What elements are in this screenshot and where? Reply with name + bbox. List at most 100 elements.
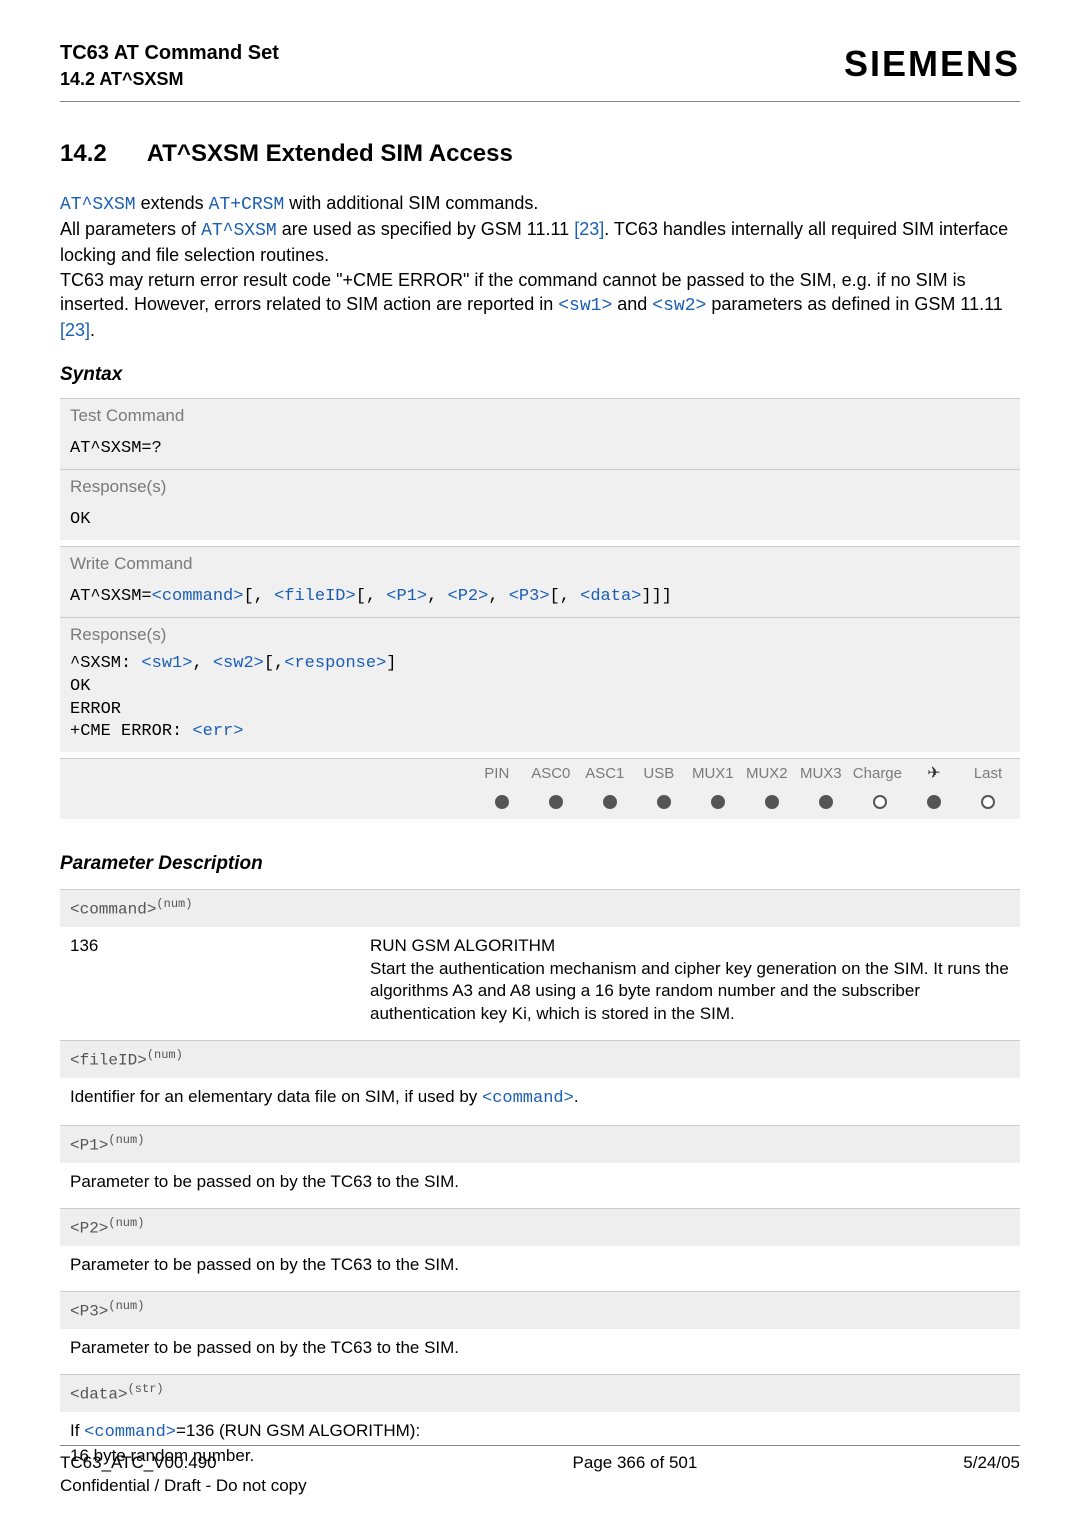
write-command-value: AT^SXSM=<command>[, <fileID>[, <P1>, <P2… <box>60 582 1020 617</box>
param-p3-label: <P3>(num) <box>60 1291 1020 1329</box>
param-fileid-name: <fileID> <box>70 1052 147 1070</box>
param-desc-heading: Parameter Description <box>60 851 1020 877</box>
dot-asc1 <box>603 795 617 809</box>
param-p1-sup: (num) <box>108 1133 144 1147</box>
write-param-data[interactable]: <data> <box>580 587 641 606</box>
write-param-fileid[interactable]: <fileID> <box>274 587 356 606</box>
col-asc1: ASC1 <box>583 764 627 784</box>
comma: , <box>427 587 447 606</box>
write-response-block: ^SXSM: <sw1>, <sw2>[,<response>] OK ERRO… <box>60 653 1020 753</box>
ref-23-link-2[interactable]: [23] <box>60 320 90 340</box>
param-p1-body: Parameter to be passed on by the TC63 to… <box>60 1163 1020 1208</box>
syntax-heading: Syntax <box>60 362 1020 388</box>
param-sw2-link[interactable]: <sw2> <box>652 296 706 316</box>
bracket: [, <box>550 587 581 606</box>
intro-text: parameters as defined in GSM 11.11 <box>706 294 1003 314</box>
bracket: ] <box>386 654 396 673</box>
page-header: TC63 AT Command Set 14.2 AT^SXSM SIEMENS <box>60 40 1020 91</box>
param-p2-name: <P2> <box>70 1219 108 1237</box>
write-param-p1[interactable]: <P1> <box>386 587 427 606</box>
param-fileid-label: <fileID>(num) <box>60 1040 1020 1078</box>
dot-charge <box>873 795 887 809</box>
param-fileid-body: Identifier for an elementary data file o… <box>60 1078 1020 1125</box>
cme-err[interactable]: <err> <box>192 722 243 741</box>
footer-page: Page 366 of 501 <box>307 1452 964 1498</box>
intro-paragraph: AT^SXSM extends AT+CRSM with additional … <box>60 191 1020 343</box>
param-command-key: 136 <box>70 935 370 1027</box>
interface-dots-row <box>60 789 1020 819</box>
bracket: [, <box>243 587 274 606</box>
param-p2-label: <P2>(num) <box>60 1208 1020 1246</box>
ref-23-link[interactable]: [23] <box>574 219 604 239</box>
bracket: [, <box>356 587 387 606</box>
param-p1-name: <P1> <box>70 1137 108 1155</box>
cmd-crsm-link[interactable]: AT+CRSM <box>209 195 285 215</box>
write-param-command[interactable]: <command> <box>152 587 244 606</box>
write-prefix: AT^SXSM= <box>70 587 152 606</box>
param-data-sup: (str) <box>128 1382 164 1396</box>
param-command-val: RUN GSM ALGORITHM Start the authenticati… <box>370 935 1010 1027</box>
test-command-value: AT^SXSM=? <box>60 434 1020 469</box>
cmd-sxsm-link[interactable]: AT^SXSM <box>60 195 136 215</box>
intro-text: . <box>90 320 95 340</box>
fileid-desc-end: . <box>574 1087 579 1106</box>
param-data-label: <data>(str) <box>60 1374 1020 1412</box>
section-heading: 14.2 AT^SXSM Extended SIM Access <box>60 138 1020 170</box>
param-p1-label: <P1>(num) <box>60 1125 1020 1163</box>
response-ok: OK <box>60 505 1020 540</box>
dot-usb <box>657 795 671 809</box>
write-command-label: Write Command <box>60 546 1020 582</box>
write-response-label: Response(s) <box>60 617 1020 653</box>
resp-error: ERROR <box>70 700 121 719</box>
footer-version: TC63_ATC_V00.490 <box>60 1452 307 1475</box>
cme-prefix: +CME ERROR: <box>70 722 192 741</box>
param-p2-body: Parameter to be passed on by the TC63 to… <box>60 1246 1020 1291</box>
resp-sw1[interactable]: <sw1> <box>141 654 192 673</box>
data-desc-a: If <box>70 1421 84 1440</box>
resp-response[interactable]: <response> <box>284 654 386 673</box>
param-fileid-sup: (num) <box>147 1048 183 1062</box>
section-number: 14.2 <box>60 138 107 170</box>
data-cmd-link[interactable]: <command> <box>84 1423 176 1442</box>
bracket: [, <box>264 654 284 673</box>
col-mux1: MUX1 <box>691 764 735 784</box>
intro-text: with additional SIM commands. <box>284 193 538 213</box>
cmd-sxsm-link-2[interactable]: AT^SXSM <box>201 221 277 241</box>
header-divider <box>60 101 1020 102</box>
param-p2-sup: (num) <box>108 1216 144 1230</box>
col-charge: Charge <box>853 764 902 784</box>
fileid-cmd-link[interactable]: <command> <box>482 1089 574 1108</box>
doc-title: TC63 AT Command Set <box>60 40 279 67</box>
col-pin: PIN <box>475 764 519 784</box>
section-title-text: AT^SXSM Extended SIM Access <box>147 140 513 167</box>
col-asc0: ASC0 <box>529 764 573 784</box>
col-mux3: MUX3 <box>799 764 843 784</box>
dot-mux3 <box>819 795 833 809</box>
page-footer: TC63_ATC_V00.490 Confidential / Draft - … <box>60 1445 1020 1498</box>
param-command-name: <command> <box>70 900 156 918</box>
write-param-p2[interactable]: <P2> <box>448 587 489 606</box>
comma: , <box>192 654 212 673</box>
param-command-sup: (num) <box>156 897 192 911</box>
comma: , <box>488 587 508 606</box>
write-param-p3[interactable]: <P3> <box>509 587 550 606</box>
param-p3-sup: (num) <box>108 1299 144 1313</box>
dot-pin <box>495 795 509 809</box>
data-desc-c: =136 (RUN GSM ALGORITHM): <box>176 1421 420 1440</box>
intro-text: are used as specified by GSM 11.11 <box>277 219 575 239</box>
dot-mux1 <box>711 795 725 809</box>
resp-sw2[interactable]: <sw2> <box>213 654 264 673</box>
param-p3-name: <P3> <box>70 1302 108 1320</box>
dot-last <box>981 795 995 809</box>
footer-confidential: Confidential / Draft - Do not copy <box>60 1475 307 1498</box>
interface-header-row: PIN ASC0 ASC1 USB MUX1 MUX2 MUX3 Charge … <box>60 758 1020 789</box>
param-sw1-link[interactable]: <sw1> <box>558 296 612 316</box>
param-command-body: 136 RUN GSM ALGORITHM Start the authenti… <box>60 927 1020 1041</box>
param-data-name: <data> <box>70 1385 128 1403</box>
col-last: Last <box>966 764 1010 784</box>
dot-mux2 <box>765 795 779 809</box>
intro-text: and <box>612 294 652 314</box>
intro-text: All parameters of <box>60 219 201 239</box>
airplane-icon: ✈ <box>912 763 956 785</box>
param-command-label: <command>(num) <box>60 889 1020 927</box>
